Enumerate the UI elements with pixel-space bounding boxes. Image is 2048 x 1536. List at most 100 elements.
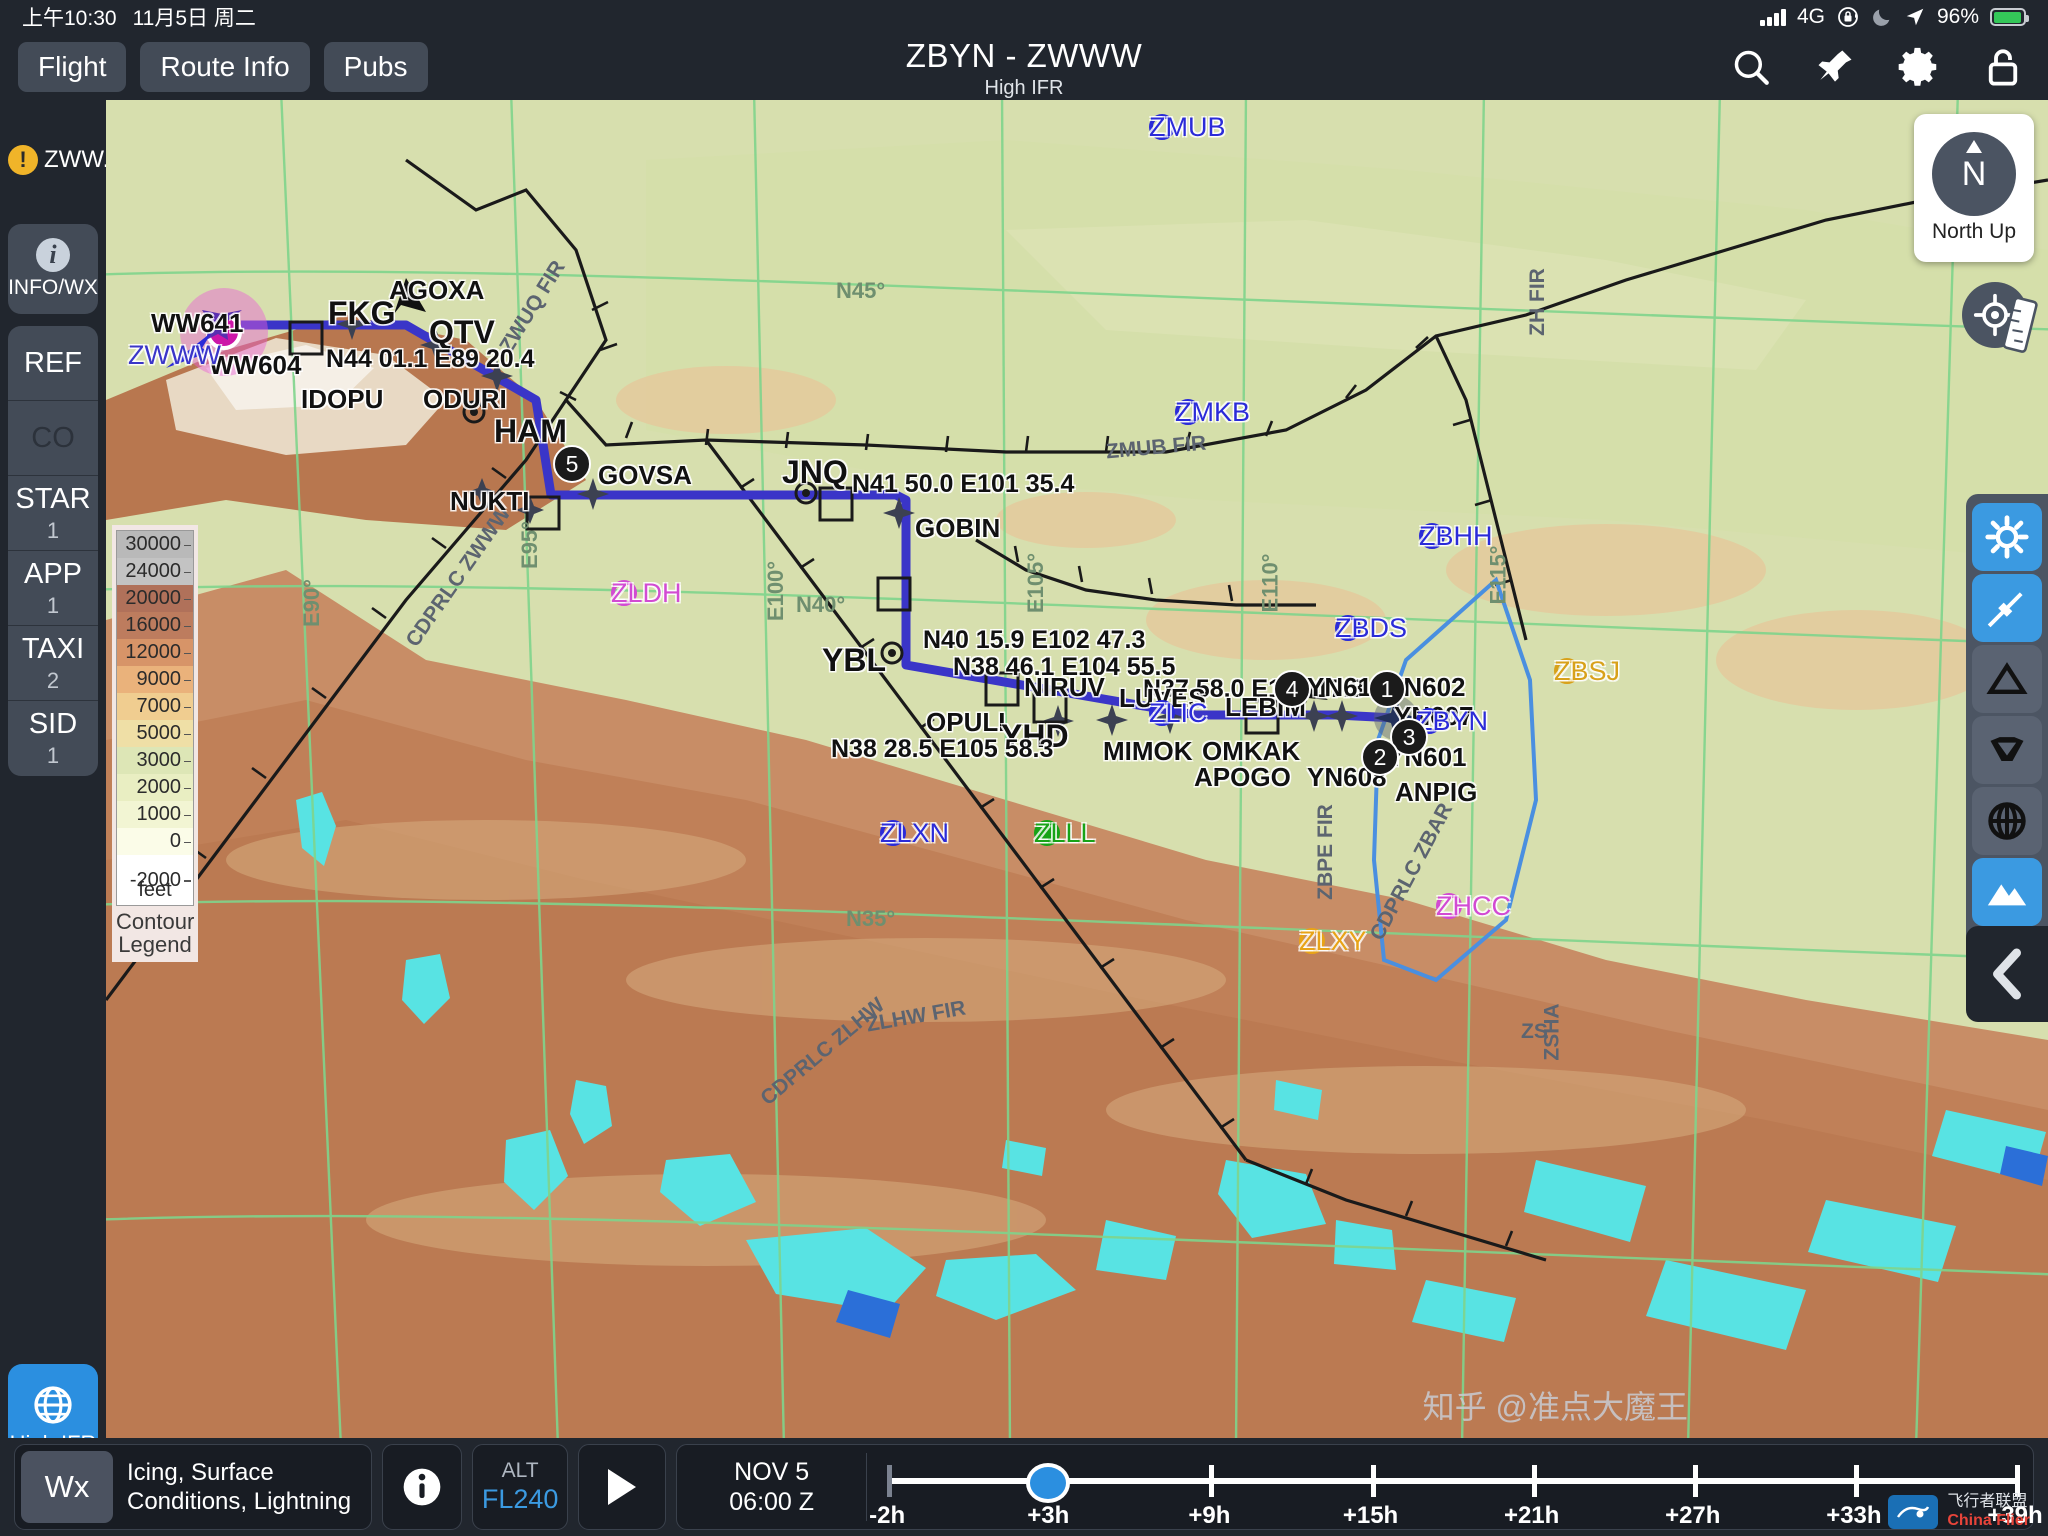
waypoint-label[interactable]: N41 50.0 E101 35.4 xyxy=(852,470,1074,499)
fir-label: ZS xyxy=(1521,1020,1548,1043)
airport-marker[interactable]: ZLXY xyxy=(1299,926,1367,956)
timeline-tick-label: +21h xyxy=(1503,1502,1560,1529)
waypoint-label[interactable]: ODURI xyxy=(423,384,507,415)
waypoint-label[interactable]: ANPIG xyxy=(1395,777,1477,808)
waypoint-label[interactable]: NUKTI xyxy=(450,486,529,517)
waypoint-label[interactable]: AGOXA xyxy=(389,275,484,306)
contour-legend-value: -2000 xyxy=(129,868,181,891)
triangle-airspace-icon[interactable] xyxy=(1972,645,2042,713)
sidebar-item-info-wx[interactable]: i INFO/WX xyxy=(8,224,98,314)
timeline-tick xyxy=(1370,1465,1376,1497)
timestamp: NOV 5 06:00 Z xyxy=(677,1453,868,1521)
waypoint-label[interactable]: WW604 xyxy=(209,350,301,381)
contour-legend-row: -2000 feet xyxy=(117,855,193,905)
app-count: 1 xyxy=(46,592,60,618)
timeline-thumb[interactable] xyxy=(1026,1463,1071,1503)
waypoint-label[interactable]: N44 01.1 E89 20.4 xyxy=(326,345,535,374)
airport-marker[interactable]: ZMKB xyxy=(1175,397,1250,427)
weather-layer-panel[interactable]: Wx Icing, Surface Conditions, Lightning xyxy=(14,1444,373,1530)
terrain-mountains-icon[interactable] xyxy=(1972,858,2042,926)
sidebar-button-stack: i INFO/WX REF CO STAR 1 APP 1 TAXI 2 SID… xyxy=(8,224,98,776)
north-up-compass[interactable]: N North Up xyxy=(1914,114,2034,262)
route-sequence-marker[interactable]: 1 xyxy=(1368,670,1406,708)
waypoint-label[interactable]: NIRUV xyxy=(1024,672,1105,703)
waypoint-label[interactable]: IDOPU xyxy=(301,384,383,415)
sidebar-item-co[interactable]: CO xyxy=(8,401,98,476)
contour-legend-scale: 30000 24000 20000 16000 12000 9000 7000 5000 300… xyxy=(116,530,194,906)
lightning-bolt-icon[interactable] xyxy=(1972,574,2042,642)
sidebar-item-star[interactable]: STAR 1 xyxy=(8,476,98,551)
waypoint-label[interactable]: HAM xyxy=(494,413,567,450)
route-sequence-marker[interactable]: 4 xyxy=(1273,670,1311,708)
waypoint-label[interactable]: GOBIN xyxy=(915,513,1000,544)
waypoint-label[interactable]: YBL xyxy=(822,642,886,679)
grid-label: N35° xyxy=(846,906,896,931)
airport-marker[interactable]: ZMUB xyxy=(1149,112,1226,142)
time-scrubber-panel[interactable]: NOV 5 06:00 Z -2h +3h +9h +15h +21h +27h +33h +… xyxy=(676,1444,2043,1530)
airport-marker[interactable]: ZLIC xyxy=(1149,698,1208,728)
waypoint-label[interactable]: MIMOK xyxy=(1103,736,1193,767)
grid-label: N40° xyxy=(796,592,846,617)
polygon-airspace-icon[interactable] xyxy=(1972,716,2042,784)
airport-marker[interactable]: ZBHH xyxy=(1419,521,1493,551)
taxi-label: TAXI xyxy=(21,632,85,665)
weather-sun-icon[interactable] xyxy=(1972,503,2042,571)
search-icon[interactable] xyxy=(1726,42,1776,92)
contour-legend-value: 3000 xyxy=(136,749,182,771)
waypoint-label[interactable]: OPULI xyxy=(926,707,1005,738)
brand-badge: 飞行者联盟 China Flier xyxy=(1888,1493,2030,1530)
left-sidebar: ! ZWW... i INFO/WX REF CO STAR 1 APP 1 T… xyxy=(0,100,149,1536)
timeline-tick xyxy=(1853,1465,1859,1497)
waypoint-label[interactable]: APOGO xyxy=(1194,762,1291,793)
contour-legend-value: 2000 xyxy=(136,776,182,798)
globe-grid-icon[interactable] xyxy=(1972,787,2042,855)
compass-letter: N xyxy=(1961,154,1987,193)
info-icon: i xyxy=(36,238,70,272)
brand-text: 飞行者联盟 China Flier xyxy=(1947,1493,2030,1530)
watermark-text: 知乎 @准点大魔王 xyxy=(1422,1389,1688,1425)
waypoint-label[interactable]: WW641 xyxy=(151,308,243,339)
waypoint-label[interactable]: JNQ xyxy=(782,454,848,491)
app-header: Flight Route Info Pubs ZBYN - ZWWW High … xyxy=(0,34,2048,100)
procedure-button-group: REF CO STAR 1 APP 1 TAXI 2 SID 1 xyxy=(8,326,98,776)
fir-selector[interactable]: ! ZWW... xyxy=(0,100,149,220)
sid-count: 1 xyxy=(46,743,60,768)
waypoint-label[interactable]: FKG xyxy=(328,295,396,332)
airport-marker[interactable]: ZLXN xyxy=(880,818,949,848)
waypoint-label[interactable]: GOVSA xyxy=(598,460,692,491)
contour-legend: 30000 24000 20000 16000 12000 9000 7000 5000 300… xyxy=(112,525,198,963)
route-sequence-marker[interactable]: 2 xyxy=(1361,738,1399,776)
waypoint-label[interactable]: YN61 xyxy=(1307,672,1372,703)
airport-marker[interactable]: ZHCC xyxy=(1436,891,1511,921)
waypoint-label[interactable]: N38 28.5 E105 58.3 xyxy=(831,735,1053,764)
contour-legend-row: 7000 xyxy=(117,693,193,720)
play-button[interactable] xyxy=(578,1444,667,1530)
airport-marker[interactable]: ZLLL xyxy=(1034,818,1096,848)
navigation-map[interactable]: N45° N40° N35° E90° E95° E100° E105° E110° E115°… xyxy=(106,100,2048,1438)
app-label: APP xyxy=(23,557,83,590)
lock-icon[interactable] xyxy=(1978,42,2028,92)
route-sequence-marker[interactable]: 5 xyxy=(553,445,591,483)
sidebar-item-ref[interactable]: REF xyxy=(8,326,98,401)
contour-legend-value: 1000 xyxy=(136,803,182,825)
wx-button[interactable]: Wx xyxy=(21,1451,113,1523)
contour-legend-caption: Contour Legend xyxy=(116,909,195,958)
sidebar-item-app[interactable]: APP 1 xyxy=(8,551,98,626)
altitude-selector[interactable]: ALT FL240 xyxy=(472,1444,569,1530)
airport-marker[interactable]: ZLDH xyxy=(611,578,682,608)
contour-legend-row: 9000 xyxy=(117,666,193,693)
pin-route-icon[interactable] xyxy=(1810,42,1860,92)
airport-marker[interactable]: ZBSJ xyxy=(1554,656,1620,686)
chevron-left-icon[interactable] xyxy=(1966,926,2048,1022)
contour-legend-value: 12000 xyxy=(125,641,181,663)
timeline-slider[interactable]: -2h +3h +9h +15h +21h +27h +33h +39h xyxy=(869,1444,2043,1530)
airport-marker[interactable]: ZBDS xyxy=(1335,613,1407,643)
ruler-icon[interactable] xyxy=(2000,296,2042,354)
gear-icon[interactable] xyxy=(1894,42,1944,92)
timestamp-date: NOV 5 xyxy=(734,1458,810,1486)
map-info-button[interactable] xyxy=(382,1444,463,1530)
sidebar-item-sid[interactable]: SID 1 xyxy=(8,701,98,776)
waypoint-label[interactable]: N40 15.9 E102 47.3 xyxy=(923,626,1145,655)
status-bar: 上午10:30 11月5日 周二 4G 96% xyxy=(0,0,2048,34)
sidebar-item-taxi[interactable]: TAXI 2 xyxy=(8,626,98,701)
